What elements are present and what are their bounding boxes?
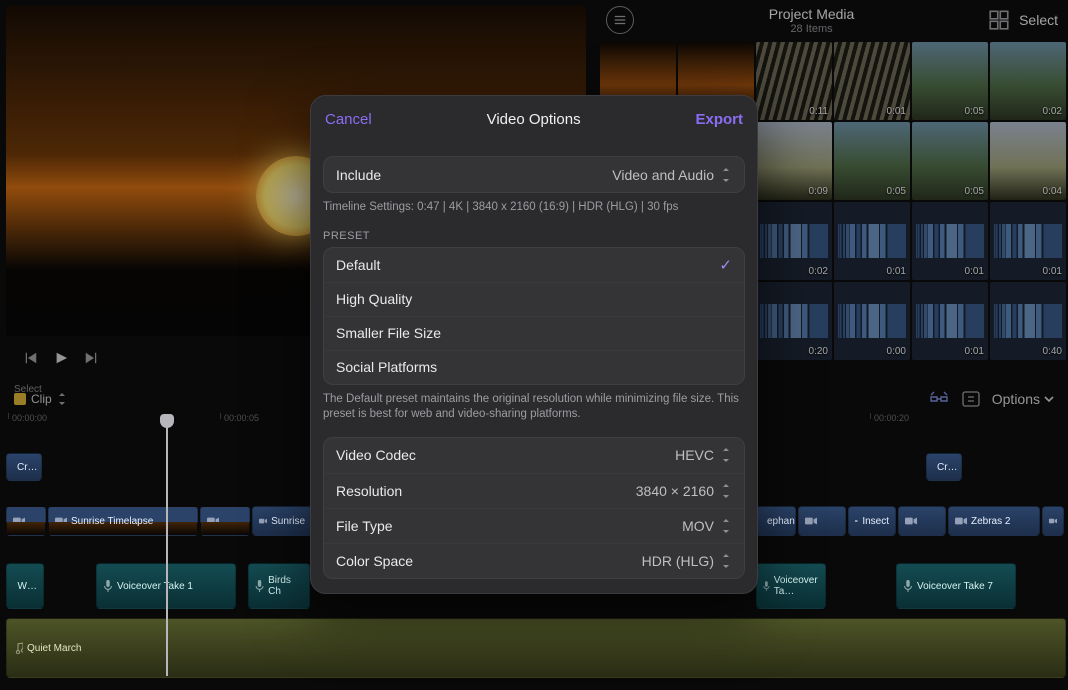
timeline-settings-caption: Timeline Settings: 0:47 | 4K | 3840 x 21… bbox=[311, 193, 757, 216]
preset-caption: The Default preset maintains the origina… bbox=[311, 385, 757, 423]
modal-title: Video Options bbox=[372, 111, 696, 128]
preset-option[interactable]: Default ✓ bbox=[324, 248, 744, 282]
clip-label: Voiceover Take 7 bbox=[917, 581, 993, 592]
setting-value: HEVC bbox=[675, 447, 714, 463]
stepper-icon bbox=[720, 447, 732, 463]
clip-label: Quiet March bbox=[27, 643, 81, 654]
setting-label: Resolution bbox=[336, 483, 636, 499]
setting-row[interactable]: Color SpaceHDR (HLG) bbox=[324, 543, 744, 578]
preset-label: High Quality bbox=[336, 291, 412, 307]
stepper-icon bbox=[720, 483, 732, 499]
preset-label: Default bbox=[336, 257, 380, 273]
preset-label: Social Platforms bbox=[336, 359, 437, 375]
stepper-icon bbox=[720, 167, 732, 183]
include-label: Include bbox=[336, 167, 612, 183]
clip-label: ephant bbox=[767, 516, 796, 527]
setting-label: File Type bbox=[336, 518, 682, 534]
stepper-icon bbox=[720, 553, 732, 569]
video-options-modal: Cancel Video Options Export Include Vide… bbox=[310, 95, 758, 594]
setting-row[interactable]: Resolution3840 × 2160 bbox=[324, 473, 744, 508]
preset-header: PRESET bbox=[311, 216, 757, 247]
clip-label: Voiceover Take 1 bbox=[117, 581, 193, 592]
clip-label: Sunrise Timelapse bbox=[71, 516, 153, 527]
clip-label: Insect bbox=[862, 516, 889, 527]
clip-label: Zebras 2 bbox=[971, 516, 1010, 527]
setting-label: Video Codec bbox=[336, 447, 675, 463]
include-value: Video and Audio bbox=[612, 167, 714, 183]
clip-label: W… bbox=[18, 581, 37, 592]
clip-label: Voiceover Ta… bbox=[774, 575, 819, 597]
setting-row[interactable]: File TypeMOV bbox=[324, 508, 744, 543]
preset-option[interactable]: Social Platforms bbox=[324, 350, 744, 384]
export-button[interactable]: Export bbox=[695, 111, 743, 128]
cancel-button[interactable]: Cancel bbox=[325, 111, 372, 128]
clip-label: Cr… bbox=[937, 462, 958, 473]
include-row[interactable]: Include Video and Audio bbox=[324, 157, 744, 192]
playhead[interactable] bbox=[166, 426, 168, 676]
setting-value: MOV bbox=[682, 518, 714, 534]
preset-option[interactable]: Smaller File Size bbox=[324, 316, 744, 350]
setting-label: Color Space bbox=[336, 553, 642, 569]
checkmark-icon: ✓ bbox=[719, 256, 732, 274]
setting-value: HDR (HLG) bbox=[642, 553, 714, 569]
stepper-icon bbox=[720, 518, 732, 534]
setting-value: 3840 × 2160 bbox=[636, 483, 714, 499]
setting-row[interactable]: Video CodecHEVC bbox=[324, 438, 744, 473]
preset-label: Smaller File Size bbox=[336, 325, 441, 341]
clip-label: Cr… bbox=[17, 462, 38, 473]
clip-label: Sunrise bbox=[271, 516, 305, 527]
clip-label: Birds Ch bbox=[268, 575, 303, 597]
preset-option[interactable]: High Quality bbox=[324, 282, 744, 316]
